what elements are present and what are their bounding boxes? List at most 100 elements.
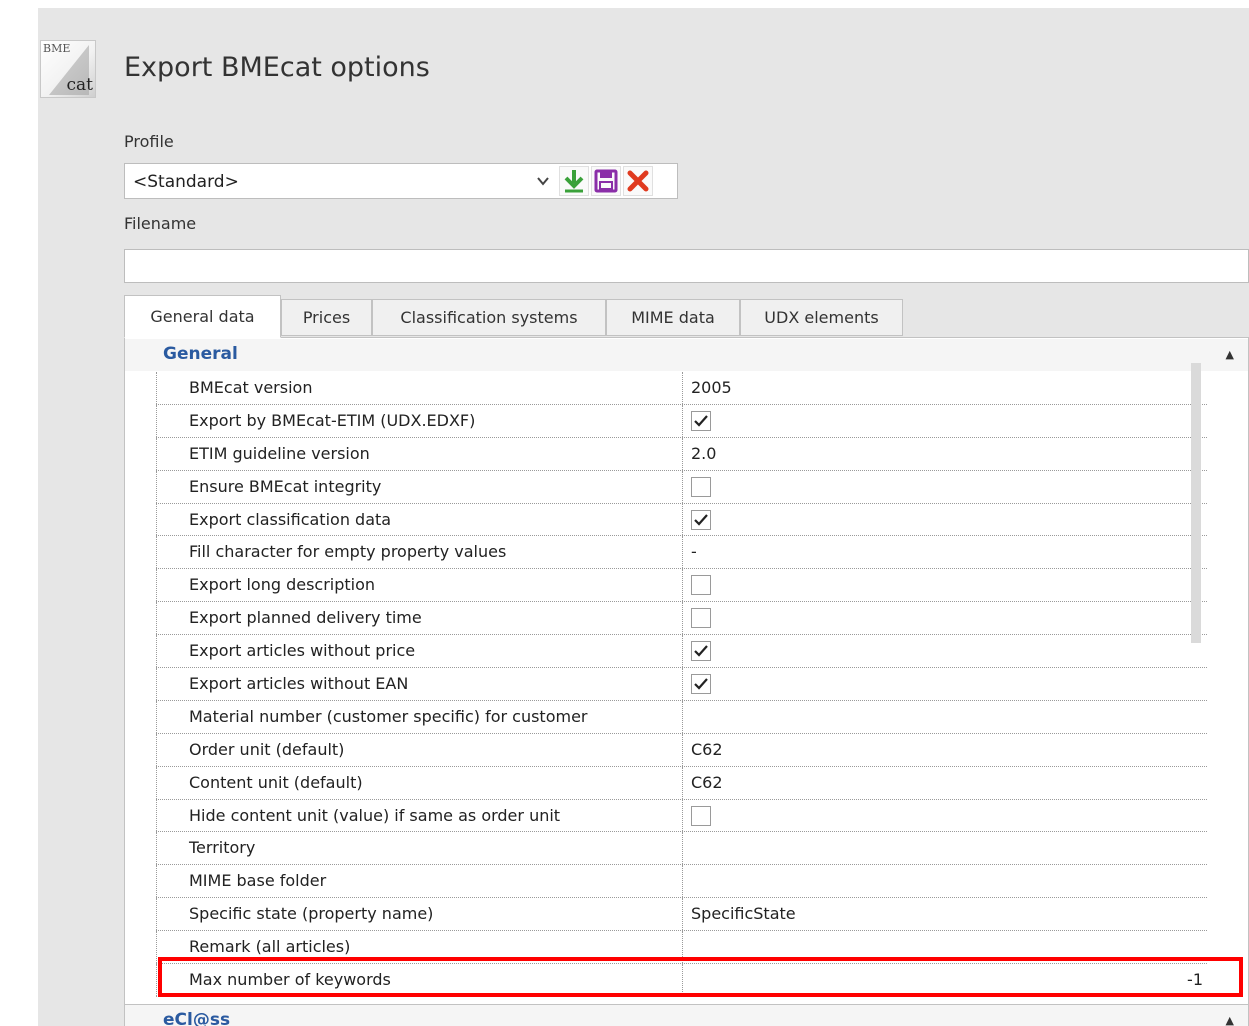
download-icon [564,170,584,193]
logo-text-top: BME [43,42,71,55]
checkmark-icon [694,645,708,657]
dialog-title: Export BMEcat options [124,52,430,83]
profile-select[interactable]: <Standard> [124,163,678,199]
profile-value: <Standard> [133,172,239,192]
property-value[interactable] [691,504,1207,536]
property-row[interactable]: Export articles without EAN [156,668,1207,701]
delete-x-icon [627,170,649,192]
checkbox-unchecked[interactable] [691,476,711,497]
property-value[interactable] [691,832,1207,864]
property-value[interactable] [691,602,1207,634]
property-value[interactable]: SpecificState [691,898,1207,930]
property-value[interactable]: -1 [691,964,1207,996]
property-row[interactable]: ETIM guideline version 2.0 [156,437,1207,471]
property-value[interactable]: - [691,536,1207,568]
tab-general-data[interactable]: General data [124,295,281,338]
property-row[interactable]: MIME base folder [156,865,1207,899]
property-row[interactable]: BMEcat version 2005 [156,372,1207,405]
property-name: Max number of keywords [156,964,683,996]
property-value[interactable] [691,668,1207,700]
property-value[interactable]: C62 [691,767,1207,799]
checkbox-checked[interactable] [691,509,711,530]
property-name: Specific state (property name) [156,898,683,931]
category-eclass[interactable]: eCl@ss ▲ [125,1004,1248,1026]
property-row[interactable]: Export long description [156,569,1207,603]
tab-mime-data[interactable]: MIME data [606,299,740,336]
property-row[interactable]: Order unit (default) C62 [156,733,1207,767]
tab-udx-elements[interactable]: UDX elements [740,299,903,336]
property-name: Remark (all articles) [156,931,683,964]
checkbox-unchecked[interactable] [691,805,711,826]
property-name: Hide content unit (value) if same as ord… [156,799,683,832]
property-name: Export long description [156,569,683,602]
property-name: Territory [156,832,683,865]
filename-input[interactable] [124,249,1249,283]
property-value[interactable]: C62 [691,734,1207,766]
property-row[interactable]: Remark (all articles) [156,931,1207,965]
tab-classification-systems[interactable]: Classification systems [372,299,606,336]
property-value[interactable] [691,471,1207,503]
save-profile-button[interactable] [591,166,621,196]
property-name: Content unit (default) [156,766,683,799]
category-general[interactable]: General ▲ [125,339,1248,371]
tab-prices[interactable]: Prices [281,299,372,336]
category-eclass-label: eCl@ss [163,1010,231,1026]
property-value[interactable] [691,701,1207,733]
load-profile-button[interactable] [559,166,589,196]
property-value[interactable] [691,635,1207,667]
property-name: Export classification data [156,503,683,536]
property-row[interactable]: Export planned delivery time [156,602,1207,636]
grid-scrollbar[interactable] [1191,363,1201,643]
checkbox-checked[interactable] [691,641,711,662]
property-row[interactable]: Fill character for empty property values… [156,536,1207,570]
property-row[interactable]: Material number (customer specific) for … [156,700,1207,734]
profile-label: Profile [124,132,174,151]
checkbox-unchecked[interactable] [691,608,711,629]
property-name: Ensure BMEcat integrity [156,470,683,503]
property-name: Material number (customer specific) for … [156,700,683,733]
bmecat-logo-icon: BME cat [40,40,96,98]
floppy-disk-icon [594,169,618,193]
property-name: Order unit (default) [156,733,683,766]
property-name: ETIM guideline version [156,437,683,470]
property-row[interactable]: Specific state (property name) SpecificSt… [156,898,1207,932]
property-row[interactable]: Max number of keywords -1 [156,964,1207,997]
property-name: MIME base folder [156,865,683,898]
property-row[interactable]: Content unit (default) C62 [156,766,1207,800]
property-name: Export articles without price [156,635,683,668]
property-row[interactable]: Ensure BMEcat integrity [156,470,1207,504]
checkbox-unchecked[interactable] [691,575,711,596]
property-value[interactable] [691,405,1207,437]
property-name: BMEcat version [156,372,683,404]
collapse-arrow-icon[interactable]: ▲ [1226,348,1234,361]
property-name: Export articles without EAN [156,668,683,700]
property-value[interactable]: 2005 [691,372,1207,404]
collapse-arrow-icon[interactable]: ▲ [1226,1014,1234,1026]
category-general-label: General [163,344,238,364]
property-row[interactable]: Export by BMEcat-ETIM (UDX.EDXF) [156,404,1207,438]
property-grid-panel: General ▲ BMEcat version 2005 Export by BM… [124,337,1249,1026]
checkbox-checked[interactable] [691,674,711,695]
property-value[interactable] [691,800,1207,832]
delete-profile-button[interactable] [623,166,653,196]
logo-text-bottom: cat [66,75,94,95]
property-grid: BMEcat version 2005 Export by BMEcat-ETIM … [156,372,1207,997]
property-value[interactable] [691,865,1207,897]
filename-label: Filename [124,214,197,233]
checkmark-icon [694,678,708,690]
property-value[interactable] [691,931,1207,963]
property-row[interactable]: Export classification data [156,503,1207,537]
property-value[interactable] [691,569,1207,601]
property-value[interactable]: 2.0 [691,438,1207,470]
checkbox-checked[interactable] [691,410,711,431]
property-name: Export planned delivery time [156,602,683,635]
property-name: Fill character for empty property values [156,536,683,569]
property-row[interactable]: Export articles without price [156,635,1207,669]
property-name: Export by BMEcat-ETIM (UDX.EDXF) [156,404,683,437]
chevron-down-icon[interactable] [529,164,557,198]
export-options-dialog: BME cat Export BMEcat options Profile <S… [38,8,1249,1026]
property-row[interactable]: Hide content unit (value) if same as ord… [156,799,1207,833]
checkmark-icon [694,415,708,427]
checkmark-icon [694,513,708,526]
property-row[interactable]: Territory [156,832,1207,866]
